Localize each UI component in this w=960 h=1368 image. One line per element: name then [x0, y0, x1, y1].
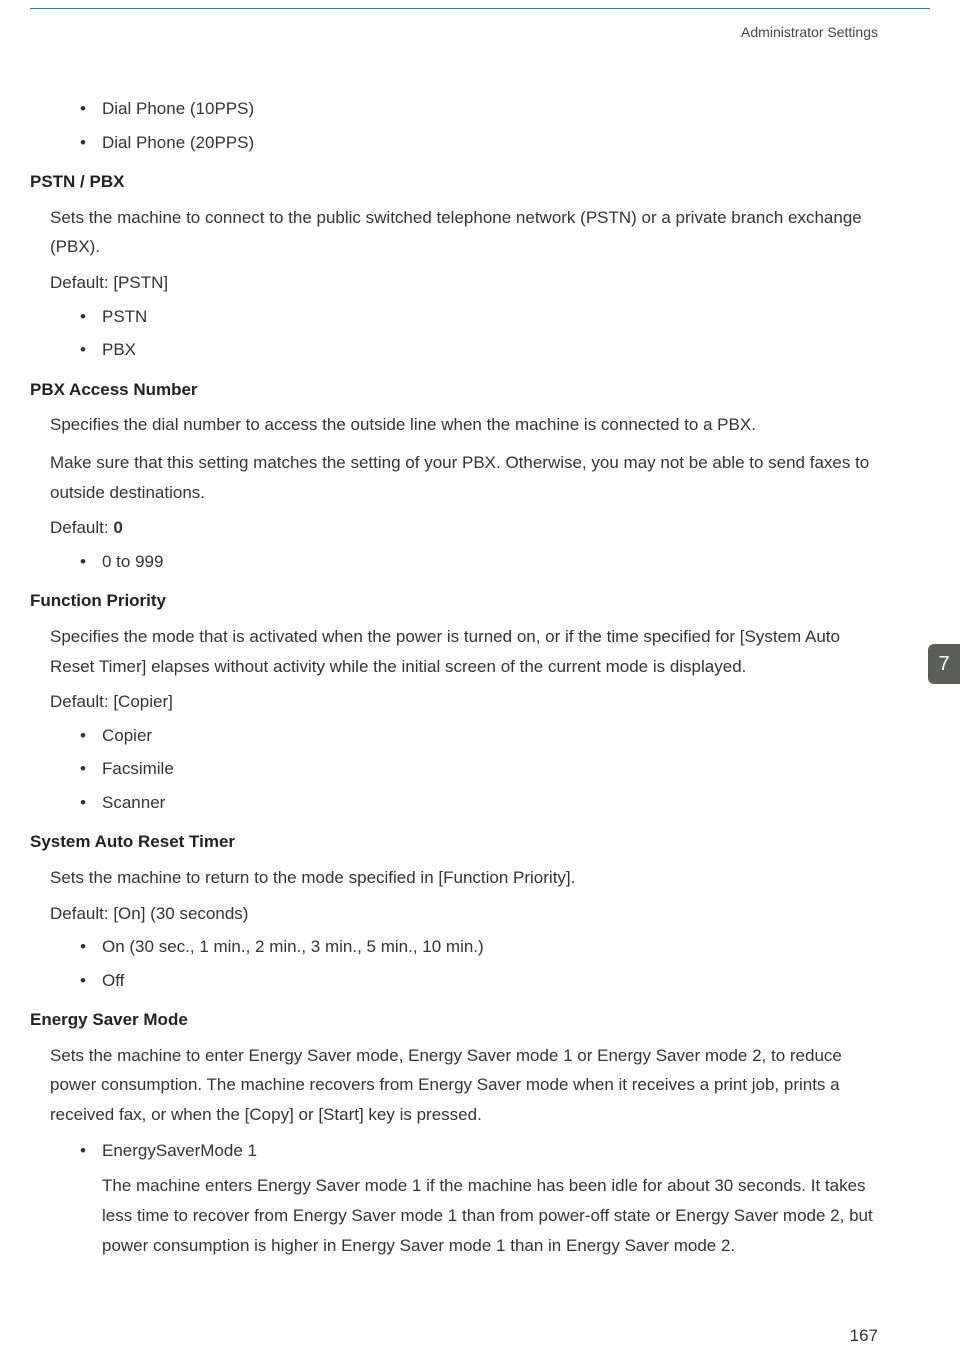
intro-bullet-list: Dial Phone (10PPS) Dial Phone (20PPS) [30, 96, 878, 155]
default-label: Default: [50, 692, 113, 711]
default-label: Default: [50, 518, 113, 537]
default-label: Default: [50, 904, 113, 923]
default-value: 0 [113, 518, 122, 537]
page-content: Dial Phone (10PPS) Dial Phone (20PPS) PS… [30, 88, 878, 1269]
default-label: Default: [50, 273, 113, 292]
list-item: Dial Phone (20PPS) [80, 130, 878, 156]
page-number: 167 [850, 1323, 878, 1349]
section-heading-pstn-pbx: PSTN / PBX [30, 169, 878, 195]
default-value: [PSTN] [113, 273, 168, 292]
section-description: Make sure that this setting matches the … [30, 448, 878, 508]
list-item: Facsimile [80, 756, 878, 782]
list-item: EnergySaverMode 1 [80, 1138, 878, 1164]
section-heading-function-priority: Function Priority [30, 588, 878, 614]
list-item: On (30 sec., 1 min., 2 min., 3 min., 5 m… [80, 934, 878, 960]
section-heading-pbx-access: PBX Access Number [30, 377, 878, 403]
section-description: Sets the machine to connect to the publi… [30, 203, 878, 263]
list-item: Dial Phone (10PPS) [80, 96, 878, 122]
default-value-line: Default: [Copier] [30, 689, 878, 715]
bullet-list: Copier Facsimile Scanner [30, 723, 878, 816]
section-description: Specifies the dial number to access the … [30, 410, 878, 440]
section-heading-energy-saver: Energy Saver Mode [30, 1007, 878, 1033]
list-item: Copier [80, 723, 878, 749]
bullet-list: On (30 sec., 1 min., 2 min., 3 min., 5 m… [30, 934, 878, 993]
chapter-tab: 7 [928, 644, 960, 684]
default-value-line: Default: [PSTN] [30, 270, 878, 296]
default-value-line: Default: [On] (30 seconds) [30, 901, 878, 927]
header-section-title: Administrator Settings [741, 24, 878, 40]
list-item: Scanner [80, 790, 878, 816]
page-header: Administrator Settings [0, 8, 960, 51]
bullet-list: PSTN PBX [30, 304, 878, 363]
sub-description: The machine enters Energy Saver mode 1 i… [30, 1171, 878, 1260]
section-description: Specifies the mode that is activated whe… [30, 622, 878, 682]
bullet-list: EnergySaverMode 1 [30, 1138, 878, 1164]
list-item: PBX [80, 337, 878, 363]
list-item: PSTN [80, 304, 878, 330]
section-description: Sets the machine to return to the mode s… [30, 863, 878, 893]
section-heading-auto-reset: System Auto Reset Timer [30, 829, 878, 855]
list-item: 0 to 999 [80, 549, 878, 575]
bullet-list: 0 to 999 [30, 549, 878, 575]
section-description: Sets the machine to enter Energy Saver m… [30, 1041, 878, 1130]
default-value: [Copier] [113, 692, 173, 711]
default-value: [On] (30 seconds) [113, 904, 248, 923]
default-value-line: Default: 0 [30, 515, 878, 541]
list-item: Off [80, 968, 878, 994]
